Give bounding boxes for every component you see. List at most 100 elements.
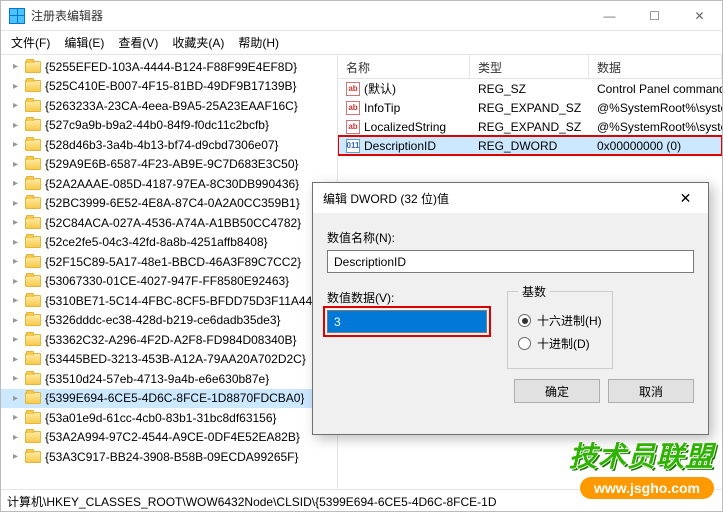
registry-tree[interactable]: ▸{5255EFED-103A-4444-B124-F88F99E4EF8D}▸…	[1, 55, 338, 489]
radix-group: 基数 十六进制(H) 十进制(D)	[507, 283, 613, 369]
close-button[interactable]: ✕	[677, 1, 722, 30]
value-icon: ab	[346, 101, 360, 115]
folder-icon	[25, 314, 41, 326]
expander-icon[interactable]: ▸	[13, 315, 25, 326]
expander-icon[interactable]: ▸	[13, 139, 25, 150]
cancel-button[interactable]: 取消	[608, 379, 694, 403]
col-data[interactable]: 数据	[589, 55, 722, 78]
expander-icon[interactable]: ▸	[13, 432, 25, 443]
expander-icon[interactable]: ▸	[13, 100, 25, 111]
expander-icon[interactable]: ▸	[13, 451, 25, 462]
tree-item-label: {52ce2fe5-04c3-42fd-8a8b-4251affb8408}	[45, 235, 268, 249]
dialog-body: 数值名称(N): 数值数据(V): 基数 十六进制(H)	[313, 213, 708, 379]
col-type[interactable]: 类型	[470, 55, 589, 78]
expander-icon[interactable]: ▸	[13, 159, 25, 170]
expander-icon[interactable]: ▸	[13, 61, 25, 72]
value-data: 0x00000000 (0)	[589, 139, 722, 153]
expander-icon[interactable]: ▸	[13, 217, 25, 228]
value-icon: ab	[346, 82, 360, 96]
value-icon: 011	[346, 139, 360, 153]
tree-item-label: {528d46b3-3a4b-4b13-bf74-d9cbd7306e07}	[45, 138, 279, 152]
folder-icon	[25, 353, 41, 365]
listview-row[interactable]: abInfoTipREG_EXPAND_SZ@%SystemRoot%\syst…	[338, 98, 722, 117]
menu-edit[interactable]: 编辑(E)	[58, 32, 110, 53]
value-type: REG_EXPAND_SZ	[470, 101, 589, 115]
tree-item[interactable]: ▸ {52ce2fe5-04c3-42fd-8a8b-4251affb8408}	[1, 233, 337, 253]
tree-item[interactable]: ▸ {53510d24-57eb-4713-9a4b-e6e630b87e}	[1, 369, 337, 389]
tree-item[interactable]: ▸ {53A2A994-97C2-4544-A9CE-0DF4E52EA82B}	[1, 428, 337, 448]
radio-hex-label: 十六进制(H)	[537, 312, 602, 329]
tree-item[interactable]: ▸{529A9E6B-6587-4F23-AB9E-9C7D683E3C50}	[1, 155, 337, 175]
value-name: DescriptionID	[364, 139, 436, 153]
tree-item[interactable]: ▸ {528d46b3-3a4b-4b13-bf74-d9cbd7306e07}	[1, 135, 337, 155]
value-name-input[interactable]	[327, 250, 694, 273]
tree-item-label: {53A2A994-97C2-4544-A9CE-0DF4E52EA82B}	[45, 430, 300, 444]
tree-item[interactable]: ▸ {5399E694-6CE5-4D6C-8FCE-1D8870FDCBA0}	[1, 389, 337, 409]
tree-item-label: {5399E694-6CE5-4D6C-8FCE-1D8870FDCBA0}	[45, 391, 304, 405]
tree-item[interactable]: ▸{5310BE71-5C14-4FBC-8CF5-BFDD75D3F11A44…	[1, 291, 337, 311]
tree-item-label: {53a01e9d-61cc-4cb0-83b1-31bc8df63156}	[45, 411, 277, 425]
expander-icon[interactable]: ▸	[13, 81, 25, 92]
tree-item[interactable]: ▸{5263233A-23CA-4eea-B9A5-25A23EAAF16C}	[1, 96, 337, 116]
expander-icon[interactable]: ▸	[13, 198, 25, 209]
listview-body: ab(默认)REG_SZControl Panel commandabInfoT…	[338, 79, 722, 155]
folder-icon	[25, 373, 41, 385]
folder-icon	[25, 178, 41, 190]
dialog-buttons: 确定 取消	[313, 379, 708, 417]
tree-item-label: {53362C32-A296-4F2D-A2F8-FD984D08340B}	[45, 333, 297, 347]
expander-icon[interactable]: ▸	[13, 178, 25, 189]
expander-icon[interactable]: ▸	[13, 120, 25, 131]
tree-item[interactable]: ▸{525C410E-B007-4F15-81BD-49DF9B17139B}	[1, 77, 337, 97]
tree-item[interactable]: ▸{53067330-01CE-4027-947F-FF8580E92463}	[1, 272, 337, 292]
tree-item[interactable]: ▸ {5326dddc-ec38-428d-b219-ce6dadb35de3}	[1, 311, 337, 331]
expander-icon[interactable]: ▸	[13, 276, 25, 287]
col-name[interactable]: 名称	[338, 55, 470, 78]
dialog-titlebar[interactable]: 编辑 DWORD (32 位)值 ✕	[313, 183, 708, 213]
menu-favorites[interactable]: 收藏夹(A)	[166, 32, 230, 53]
expander-icon[interactable]: ▸	[13, 295, 25, 306]
folder-icon	[25, 139, 41, 151]
tree-item[interactable]: ▸{52F15C89-5A17-48e1-BBCD-46A3F89C7CC2}	[1, 252, 337, 272]
tree-item-label: {53445BED-3213-453B-A12A-79AA20A702D2C}	[45, 352, 306, 366]
tree-item-label: {5326dddc-ec38-428d-b219-ce6dadb35de3}	[45, 313, 281, 327]
tree-item[interactable]: ▸{5255EFED-103A-4444-B124-F88F99E4EF8D}	[1, 57, 337, 77]
maximize-button[interactable]: ☐	[632, 1, 677, 30]
expander-icon[interactable]: ▸	[13, 393, 25, 404]
tree-item[interactable]: ▸{52A2AAAE-085D-4187-97EA-8C30DB990436}	[1, 174, 337, 194]
ok-button[interactable]: 确定	[514, 379, 600, 403]
listview-row[interactable]: ab(默认)REG_SZControl Panel command	[338, 79, 722, 98]
value-data: @%SystemRoot%\system	[589, 101, 722, 115]
expander-icon[interactable]: ▸	[13, 334, 25, 345]
app-icon	[9, 8, 25, 24]
tree-item[interactable]: ▸{52BC3999-6E52-4E8A-87C4-0A2A0CC359B1}	[1, 194, 337, 214]
tree-item[interactable]: ▸ {53a01e9d-61cc-4cb0-83b1-31bc8df63156}	[1, 408, 337, 428]
listview-row[interactable]: 011DescriptionIDREG_DWORD0x00000000 (0)	[338, 136, 722, 155]
tree-item[interactable]: ▸ {53362C32-A296-4F2D-A2F8-FD984D08340B}	[1, 330, 337, 350]
radix-legend: 基数	[518, 283, 550, 300]
expander-icon[interactable]: ▸	[13, 354, 25, 365]
window-title: 注册表编辑器	[31, 7, 587, 24]
tree-item[interactable]: ▸{52C84ACA-027A-4536-A74A-A1BB50CC4782}	[1, 213, 337, 233]
value-data-label: 数值数据(V):	[327, 289, 487, 306]
folder-icon	[25, 334, 41, 346]
tree-item[interactable]: ▸{527c9a9b-b9a2-44b0-84f9-f0dc11c2bcfb}	[1, 116, 337, 136]
expander-icon[interactable]: ▸	[13, 237, 25, 248]
listview-row[interactable]: abLocalizedStringREG_EXPAND_SZ@%SystemRo…	[338, 117, 722, 136]
tree-item[interactable]: ▸ {53445BED-3213-453B-A12A-79AA20A702D2C}	[1, 350, 337, 370]
edit-dword-dialog: 编辑 DWORD (32 位)值 ✕ 数值名称(N): 数值数据(V): 基数	[312, 182, 709, 435]
menu-view[interactable]: 查看(V)	[112, 32, 164, 53]
tree-item[interactable]: ▸{53A3C917-BB24-3908-B58B-09ECDA99265F}	[1, 447, 337, 467]
menu-file[interactable]: 文件(F)	[5, 32, 56, 53]
dialog-close-button[interactable]: ✕	[663, 183, 708, 213]
value-data-input[interactable]	[327, 310, 487, 333]
menu-help[interactable]: 帮助(H)	[232, 32, 285, 53]
expander-icon[interactable]: ▸	[13, 256, 25, 267]
radio-dec[interactable]: 十进制(D)	[518, 335, 602, 352]
minimize-button[interactable]: —	[587, 1, 632, 30]
expander-icon[interactable]: ▸	[13, 412, 25, 423]
radio-hex[interactable]: 十六进制(H)	[518, 312, 602, 329]
tree-item-label: {53510d24-57eb-4713-9a4b-e6e630b87e}	[45, 372, 269, 386]
expander-icon[interactable]: ▸	[13, 373, 25, 384]
folder-icon	[25, 119, 41, 131]
folder-icon	[25, 80, 41, 92]
